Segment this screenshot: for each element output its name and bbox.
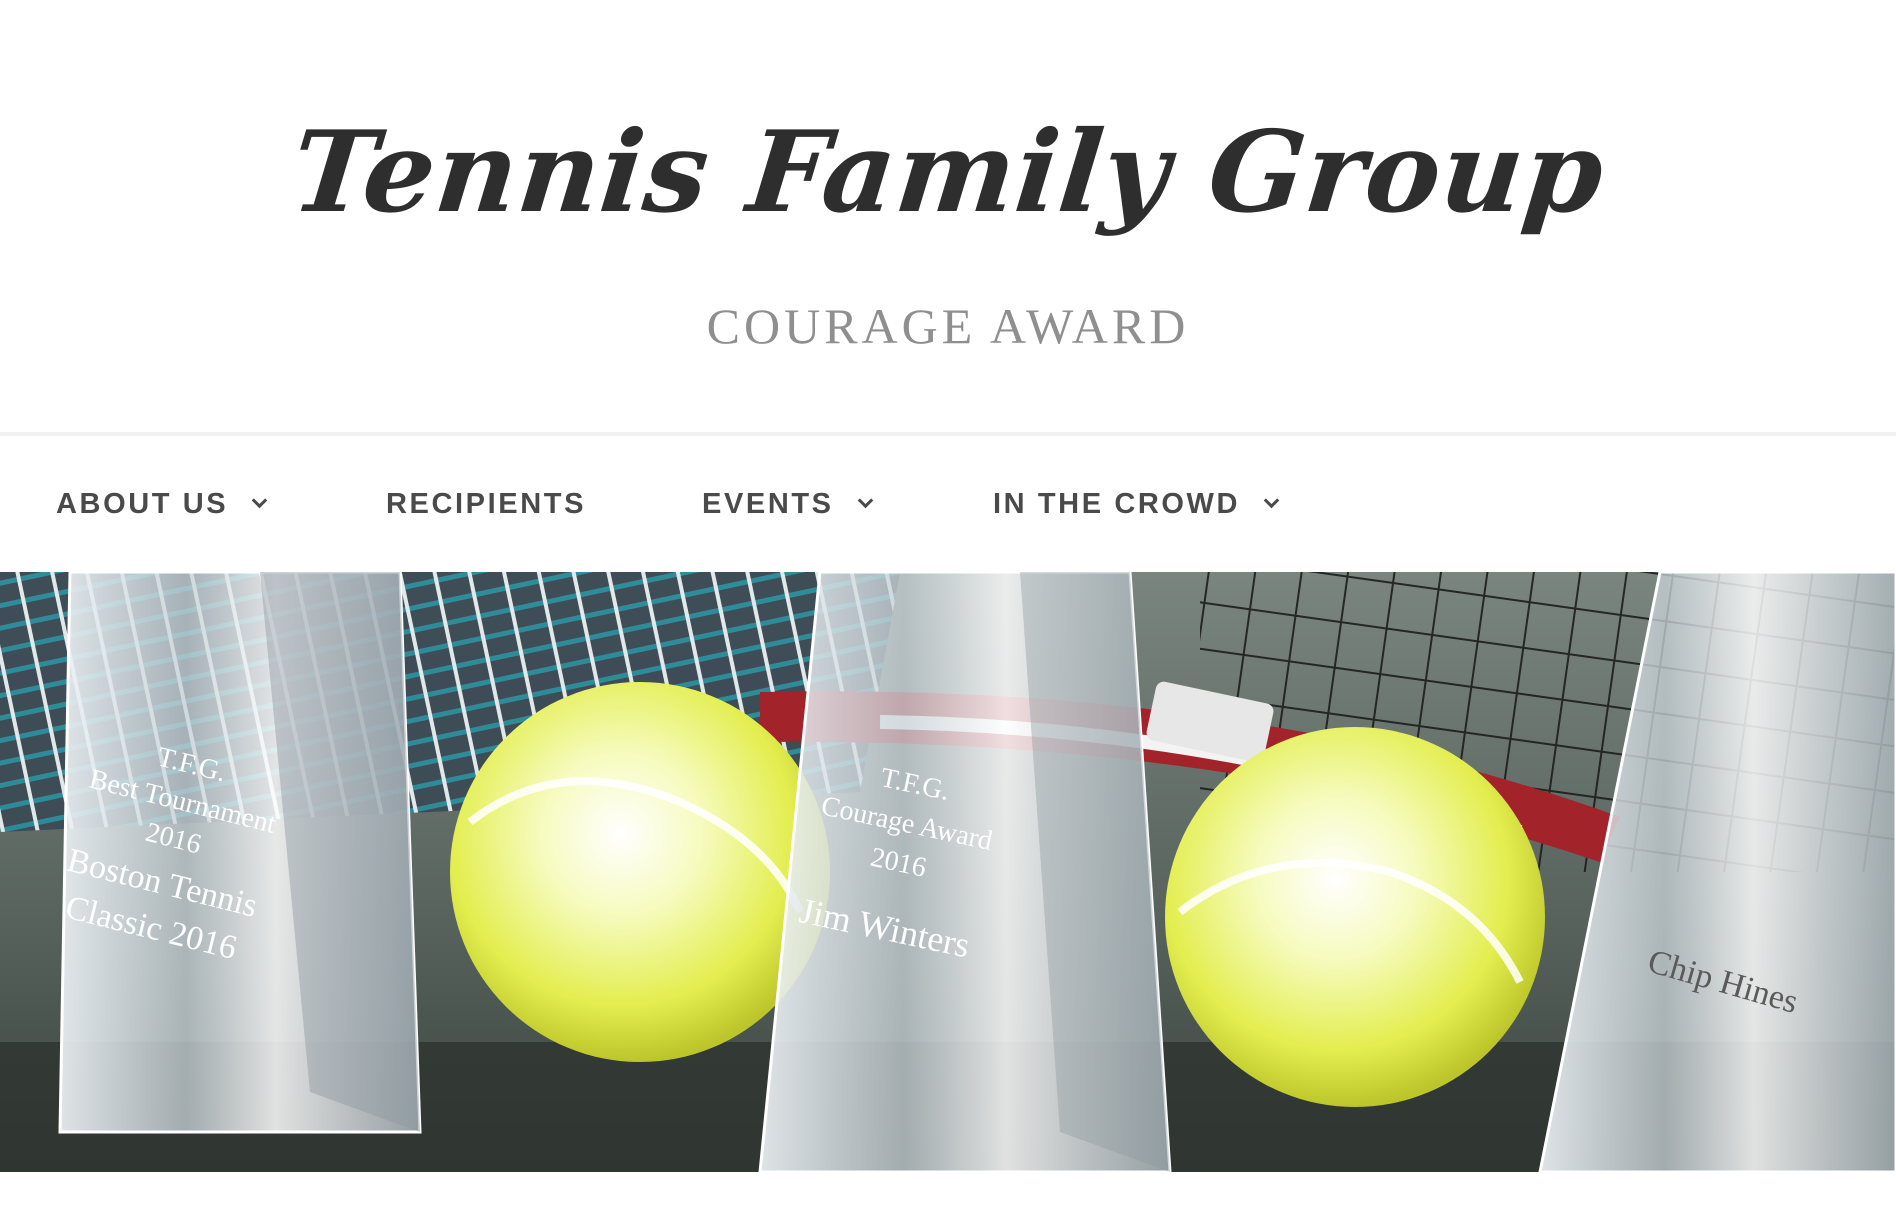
hero-photo-trophies: T.F.G. Best Tournament 2016 Boston Tenni… xyxy=(0,572,1896,1172)
chevron-down-icon[interactable] xyxy=(252,497,266,511)
chevron-down-icon[interactable] xyxy=(1264,497,1278,511)
site-tagline: COURAGE AWARD xyxy=(706,298,1190,354)
hero-image: T.F.G. Best Tournament 2016 Boston Tenni… xyxy=(0,572,1896,1172)
nav-item-in-the-crowd[interactable]: IN THE CROWD xyxy=(993,436,1278,572)
nav-item-recipients[interactable]: RECIPIENTS xyxy=(386,436,586,572)
site-title[interactable]: Tennis Family Group xyxy=(0,98,1896,248)
nav-item-events[interactable]: EVENTS xyxy=(702,436,872,572)
tennis-ball-right xyxy=(1165,727,1545,1107)
site-header: Tennis Family Group COURAGE AWARD xyxy=(0,0,1896,432)
nav-item-label: ABOUT US xyxy=(56,487,229,520)
nav-item-about-us[interactable]: ABOUT US xyxy=(56,436,266,572)
main-navigation: ABOUT US RECIPIENTS EVENTS IN THE CROWD xyxy=(0,436,1896,572)
nav-item-label: RECIPIENTS xyxy=(386,487,587,520)
nav-item-label: EVENTS xyxy=(702,487,834,520)
chevron-down-icon[interactable] xyxy=(858,497,872,511)
nav-item-label: IN THE CROWD xyxy=(993,487,1241,520)
content-area xyxy=(0,1172,1896,1228)
